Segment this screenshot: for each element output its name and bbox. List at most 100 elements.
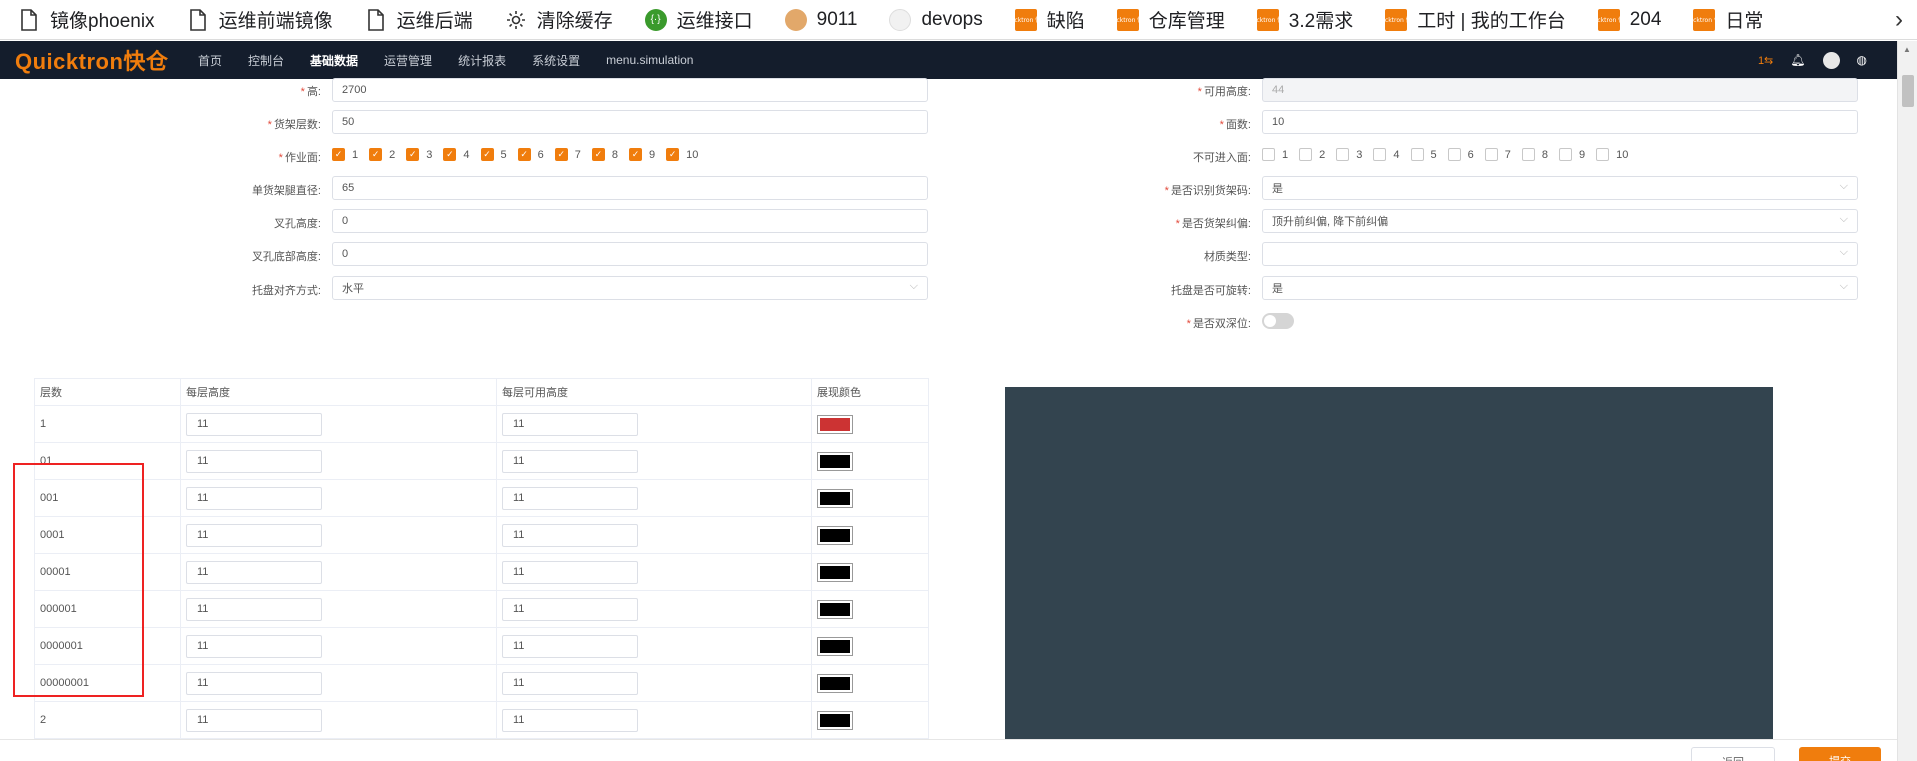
- avatar[interactable]: [1822, 51, 1840, 69]
- layer-height-input[interactable]: 11: [186, 560, 322, 584]
- layer-height-input[interactable]: 11: [186, 708, 322, 732]
- bookmark-label: 9011: [816, 8, 858, 30]
- scroll-up-icon[interactable]: ▲: [1903, 45, 1911, 54]
- layer-available-height-input[interactable]: 11: [502, 708, 638, 732]
- bookmark-item[interactable]: {·} 运维接口: [644, 0, 753, 40]
- nav-item[interactable]: 首页: [198, 41, 222, 79]
- fork-bottom-height-input[interactable]: 0: [332, 242, 928, 266]
- column-header-layer: 层数: [34, 378, 181, 406]
- layer-height-input[interactable]: 11: [186, 523, 322, 547]
- bookmark-item[interactable]: Quicktron 快仓 工时 | 我的工作台: [1375, 0, 1566, 40]
- toggle-knob: [1264, 315, 1276, 327]
- available-height-cell: 11: [496, 516, 812, 554]
- work-face-checkbox[interactable]: ✓ 8: [591, 148, 618, 161]
- color-picker[interactable]: [817, 673, 853, 693]
- double-deep-toggle[interactable]: [1262, 313, 1294, 329]
- bookmark-item[interactable]: devops: [889, 0, 983, 40]
- height-input[interactable]: 2700: [332, 78, 928, 102]
- layer-available-height-input[interactable]: 11: [502, 634, 638, 658]
- back-button[interactable]: 返回: [1691, 747, 1775, 761]
- no-entry-face-checkbox[interactable]: 5: [1410, 148, 1437, 161]
- nav-item[interactable]: 系统设置: [532, 41, 580, 79]
- work-face-checkbox[interactable]: ✓ 7: [554, 148, 581, 161]
- submit-button[interactable]: 提交: [1799, 747, 1881, 761]
- bookmark-item[interactable]: Quicktron 快仓 3.2需求: [1246, 0, 1353, 40]
- globe-icon[interactable]: ◍: [1857, 53, 1867, 67]
- nav-item[interactable]: 控制台: [248, 41, 284, 79]
- work-face-checkbox[interactable]: ✓ 4: [443, 148, 470, 161]
- layer-available-height-input[interactable]: 11: [502, 671, 638, 695]
- layer-available-height-input[interactable]: 11: [502, 449, 638, 473]
- quicktron-logo[interactable]: Quicktron快仓: [15, 44, 198, 76]
- layer-available-height-input[interactable]: 11: [502, 412, 638, 436]
- no-entry-face-checkbox[interactable]: 8: [1521, 148, 1548, 161]
- color-picker[interactable]: [817, 525, 853, 545]
- checkbox-label: 5: [1430, 148, 1437, 161]
- bookmark-item[interactable]: 9011: [784, 0, 858, 40]
- checkmark-icon: ✓: [369, 148, 383, 161]
- page-scrollbar[interactable]: ▲: [1897, 41, 1917, 761]
- color-picker[interactable]: [817, 599, 853, 619]
- identify-shelf-code-select[interactable]: 是 ⌵: [1262, 176, 1858, 200]
- nav-item[interactable]: 运营管理: [384, 41, 432, 79]
- tray-rotatable-select[interactable]: 是 ⌵: [1262, 276, 1858, 300]
- task-indicator[interactable]: 1⇆: [1758, 54, 1773, 67]
- layer-height-input[interactable]: 11: [186, 671, 322, 695]
- faces-label: * 面数:: [1219, 119, 1251, 131]
- work-face-checkbox[interactable]: ✓ 9: [629, 148, 655, 161]
- work-face-checkbox[interactable]: ✓ 10: [666, 148, 698, 161]
- no-entry-face-checkbox[interactable]: 1: [1262, 148, 1288, 161]
- color-picker[interactable]: [817, 710, 853, 730]
- no-entry-face-checkbox[interactable]: 9: [1559, 148, 1585, 161]
- layer-height-input[interactable]: 11: [186, 412, 322, 436]
- work-face-checkbox[interactable]: ✓ 1: [332, 148, 358, 161]
- layer-height-input[interactable]: 11: [186, 634, 322, 658]
- nav-item[interactable]: 基础数据: [310, 41, 358, 79]
- bookmarks-overflow-chevron-icon[interactable]: ›: [1895, 6, 1903, 34]
- shelf-layers-input[interactable]: 50: [332, 110, 928, 134]
- bookmark-item[interactable]: Quicktron 快仓 204: [1587, 0, 1661, 40]
- shelf-correction-select[interactable]: 顶升前纠偏, 降下前纠偏 ⌵: [1262, 209, 1858, 233]
- work-face-checkbox[interactable]: ✓ 5: [480, 148, 507, 161]
- layer-available-height-input[interactable]: 11: [502, 523, 638, 547]
- bookmark-item[interactable]: Quicktron 快仓 仓库管理: [1106, 0, 1225, 40]
- layer-available-height-input[interactable]: 11: [502, 597, 638, 621]
- faces-input[interactable]: 10: [1262, 110, 1858, 134]
- layer-available-height-input[interactable]: 11: [502, 560, 638, 584]
- color-picker[interactable]: [817, 488, 853, 508]
- bookmark-item[interactable]: 镜像phoenix: [18, 0, 155, 40]
- work-face-checkbox[interactable]: ✓ 3: [406, 148, 432, 161]
- no-entry-face-checkbox[interactable]: 6: [1447, 148, 1474, 161]
- leg-diameter-input[interactable]: 65: [332, 176, 928, 200]
- no-entry-face-checkbox[interactable]: 10: [1596, 148, 1628, 161]
- color-picker[interactable]: [817, 414, 853, 434]
- no-entry-face-checkbox[interactable]: 3: [1336, 148, 1362, 161]
- bookmark-item[interactable]: 清除缓存: [505, 0, 613, 40]
- layer-height-input[interactable]: 11: [186, 449, 322, 473]
- bookmark-item[interactable]: 运维后端: [365, 0, 473, 40]
- layer-height-input[interactable]: 11: [186, 597, 322, 621]
- nav-item[interactable]: menu.simulation: [606, 41, 693, 79]
- scrollbar-thumb[interactable]: [1902, 75, 1914, 107]
- layers-table: 层数 每层高度 每层可用高度 展现颜色 1 11 11 01 11 11 001 11 11 00…: [34, 378, 929, 739]
- material-type-select[interactable]: ⌵: [1262, 242, 1858, 266]
- nav-item[interactable]: 统计报表: [458, 41, 506, 79]
- no-entry-face-checkbox[interactable]: 4: [1373, 148, 1400, 161]
- no-entry-face-checkbox[interactable]: 2: [1299, 148, 1325, 161]
- tray-align-select[interactable]: 水平 ⌵: [332, 276, 928, 300]
- work-face-checkbox[interactable]: ✓ 6: [517, 148, 544, 161]
- bookmark-item[interactable]: 运维前端镜像: [187, 0, 333, 40]
- color-picker[interactable]: [817, 636, 853, 656]
- color-picker[interactable]: [817, 562, 853, 582]
- quicktron-icon: Quicktron 快仓: [1246, 8, 1289, 31]
- no-entry-face-checkbox[interactable]: 7: [1484, 148, 1511, 161]
- color-picker[interactable]: [817, 451, 853, 471]
- work-face-checkbox[interactable]: ✓ 2: [369, 148, 395, 161]
- layer-available-height-input[interactable]: 11: [502, 486, 638, 510]
- fork-height-input[interactable]: 0: [332, 209, 928, 233]
- layer-height-input[interactable]: 11: [186, 486, 322, 510]
- bell-icon[interactable]: 🔔︎: [1790, 53, 1805, 67]
- bookmark-item[interactable]: Quicktron 快仓 缺陷: [1004, 0, 1085, 40]
- api-icon: {·}: [644, 8, 667, 31]
- bookmark-item[interactable]: Quicktron 快仓 日常: [1683, 0, 1763, 40]
